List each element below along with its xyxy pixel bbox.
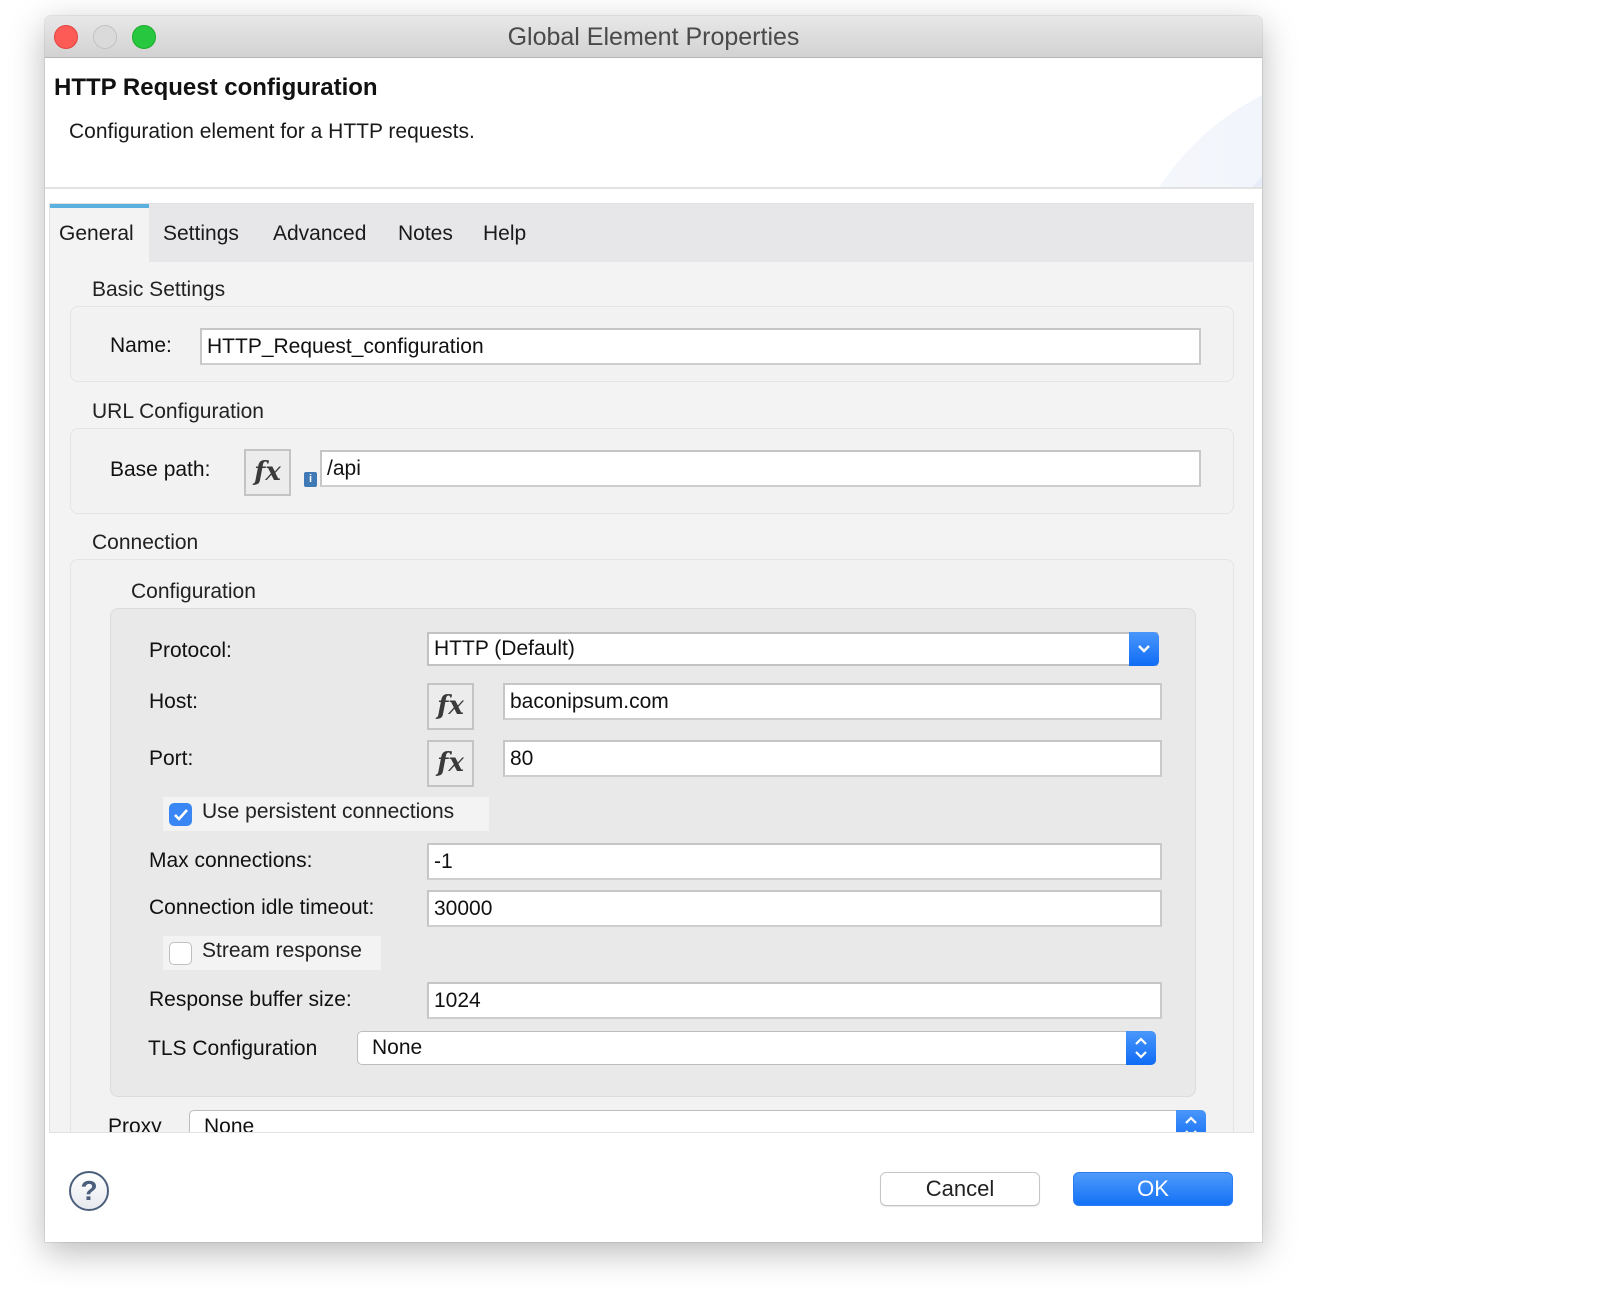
proxy-select[interactable]: None xyxy=(189,1110,1206,1133)
tls-configuration-stepper[interactable] xyxy=(1126,1031,1156,1065)
header-decoration xyxy=(1118,68,1262,187)
tab-advanced[interactable]: Advanced xyxy=(264,204,375,262)
tls-configuration-select[interactable]: None xyxy=(357,1031,1156,1065)
base-path-expression-button[interactable]: fx xyxy=(244,449,291,496)
dialog-header: HTTP Request configuration Configuration… xyxy=(45,58,1262,189)
chevron-up-down-icon xyxy=(1135,1037,1147,1059)
general-tab-content: Basic Settings Name: HTTP_Request_config… xyxy=(50,262,1253,1132)
host-label: Host: xyxy=(149,690,199,713)
port-expression-button[interactable]: fx xyxy=(427,740,474,787)
url-configuration-group: Base path: fx i /api xyxy=(70,428,1234,514)
tab-general[interactable]: General xyxy=(50,204,149,262)
connection-group: Configuration Protocol: HTTP (Default) H… xyxy=(70,559,1234,1133)
cancel-button[interactable]: Cancel xyxy=(880,1172,1040,1206)
stream-response-option[interactable]: Stream response xyxy=(163,936,381,970)
checkmark-icon xyxy=(174,809,188,821)
tab-folder: General Settings Advanced Notes Help Bas… xyxy=(49,203,1254,1133)
window-title: Global Element Properties xyxy=(507,23,800,51)
idle-timeout-input[interactable]: 30000 xyxy=(427,890,1162,927)
stream-response-label: Stream response xyxy=(202,939,362,962)
idle-timeout-label: Connection idle timeout: xyxy=(149,896,375,919)
dialog-title: HTTP Request configuration xyxy=(54,74,378,101)
persistent-connections-label: Use persistent connections xyxy=(202,800,455,823)
persistent-connections-option[interactable]: Use persistent connections xyxy=(163,797,489,831)
configuration-group: Protocol: HTTP (Default) Host: fx baconi… xyxy=(110,608,1196,1097)
stream-response-checkbox[interactable] xyxy=(169,942,192,965)
tab-notes[interactable]: Notes xyxy=(389,204,462,262)
title-bar[interactable]: Global Element Properties xyxy=(45,16,1262,58)
info-icon: i xyxy=(304,472,317,487)
tab-help[interactable]: Help xyxy=(474,204,535,262)
dialog-footer: ? Cancel OK xyxy=(45,1133,1262,1242)
help-icon[interactable]: ? xyxy=(69,1171,109,1211)
host-expression-button[interactable]: fx xyxy=(427,683,474,730)
tab-settings[interactable]: Settings xyxy=(154,204,248,262)
basic-settings-label: Basic Settings xyxy=(92,278,226,301)
persistent-connections-checkbox[interactable] xyxy=(169,803,192,826)
proxy-value: None xyxy=(204,1115,255,1133)
chevron-down-icon xyxy=(1138,645,1150,653)
configuration-label: Configuration xyxy=(131,580,256,603)
url-configuration-label: URL Configuration xyxy=(92,400,264,423)
global-element-properties-dialog: Global Element Properties HTTP Request c… xyxy=(45,16,1262,1242)
buffer-size-input[interactable]: 1024 xyxy=(427,982,1162,1019)
tls-configuration-value: None xyxy=(372,1036,423,1059)
name-label: Name: xyxy=(110,334,172,357)
tab-bar: General Settings Advanced Notes Help xyxy=(50,204,1253,262)
max-connections-input[interactable]: -1 xyxy=(427,843,1162,880)
port-input[interactable]: 80 xyxy=(503,740,1162,777)
host-input[interactable]: baconipsum.com xyxy=(503,683,1162,720)
basic-settings-group: Name: HTTP_Request_configuration xyxy=(70,306,1234,382)
base-path-label: Base path: xyxy=(110,458,211,481)
buffer-size-label: Response buffer size: xyxy=(149,988,352,1011)
chevron-up-down-icon xyxy=(1185,1116,1197,1132)
protocol-label: Protocol: xyxy=(149,639,232,662)
ok-button[interactable]: OK xyxy=(1073,1172,1233,1206)
tls-configuration-label: TLS Configuration xyxy=(148,1037,318,1060)
max-connections-label: Max connections: xyxy=(149,849,313,872)
proxy-label: Proxy xyxy=(108,1115,162,1133)
port-label: Port: xyxy=(149,747,194,770)
protocol-select[interactable]: HTTP (Default) xyxy=(427,632,1159,666)
connection-label: Connection xyxy=(92,531,199,554)
protocol-value: HTTP (Default) xyxy=(434,637,575,660)
name-input[interactable]: HTTP_Request_configuration xyxy=(200,328,1201,365)
protocol-dropdown-button[interactable] xyxy=(1129,632,1159,666)
dialog-description: Configuration element for a HTTP request… xyxy=(69,120,475,143)
proxy-stepper[interactable] xyxy=(1176,1110,1206,1132)
base-path-input[interactable]: /api xyxy=(320,450,1201,487)
